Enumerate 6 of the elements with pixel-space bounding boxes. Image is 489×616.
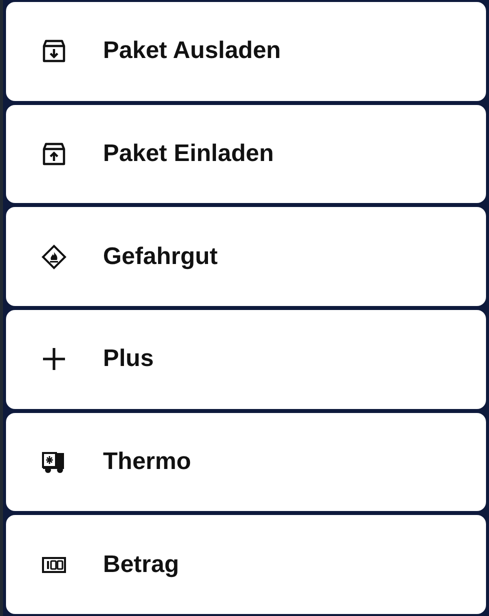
action-button[interactable]: Paket Einladen bbox=[6, 104, 486, 204]
action-button[interactable]: Plus bbox=[6, 310, 486, 409]
action-button[interactable]: Paket Ausladen bbox=[6, 2, 486, 101]
action-button[interactable]: Gefahrgut bbox=[6, 207, 486, 306]
action-button[interactable]: Thermo bbox=[6, 412, 486, 512]
action-button[interactable]: Betrag bbox=[6, 515, 486, 614]
